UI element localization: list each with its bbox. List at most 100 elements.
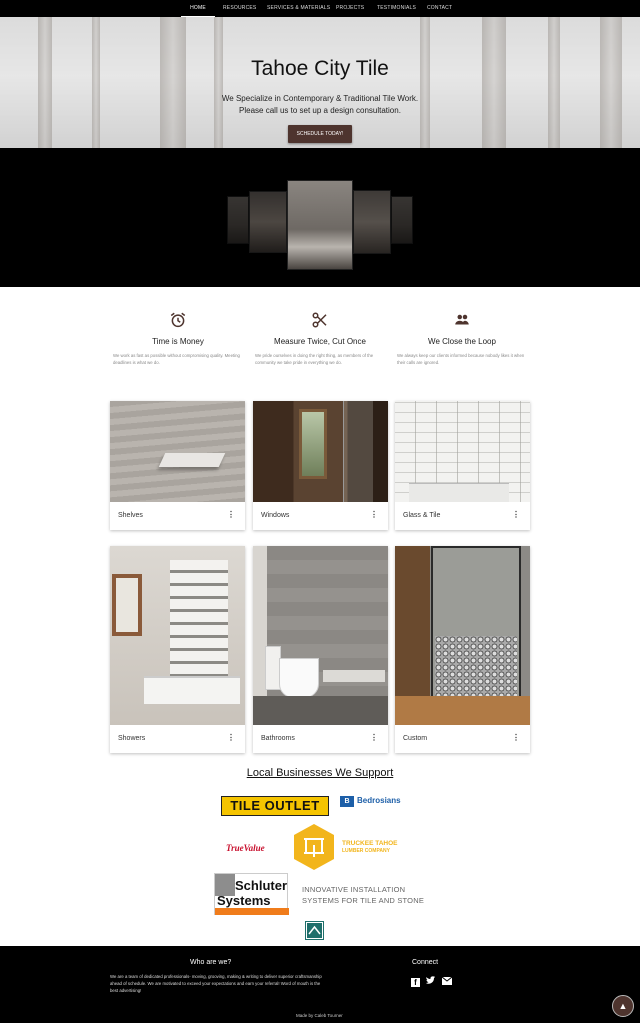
card-label: Showers — [118, 735, 146, 742]
nav-testimonials[interactable]: TESTIMONIALS — [377, 0, 416, 17]
truckee-line-1: TRUCKEE TAHOE — [342, 840, 398, 847]
connect-heading: Connect — [412, 959, 439, 966]
email-icon[interactable] — [441, 976, 453, 985]
glass-door — [343, 401, 373, 502]
bedrosians-mark-icon: B — [340, 796, 354, 807]
card-shelves[interactable]: Shelves ⋮ — [110, 401, 245, 530]
card-caption: Glass & Tile ⋮ — [395, 502, 530, 530]
more-vert-icon[interactable]: ⋮ — [227, 733, 235, 742]
card-showers[interactable]: Showers ⋮ — [110, 546, 245, 753]
hero-line-1: We Specialize in Contemporary & Traditio… — [221, 94, 419, 103]
carousel-image[interactable] — [249, 191, 287, 253]
card-bathrooms[interactable]: Bathrooms ⋮ — [253, 546, 388, 753]
carousel-image[interactable] — [353, 190, 391, 254]
schedule-button[interactable]: SCHEDULE TODAY! — [288, 125, 352, 143]
card-label: Custom — [403, 735, 428, 742]
schluter-logo[interactable]: Schluter Systems — [214, 873, 289, 915]
more-vert-icon[interactable]: ⋮ — [370, 510, 378, 519]
twitter-icon[interactable] — [426, 976, 436, 985]
schluter-orange-bar — [215, 908, 289, 915]
card-windows[interactable]: Windows ⋮ — [253, 401, 388, 530]
card-glass-tile[interactable]: Glass & Tile ⋮ — [395, 401, 530, 530]
tile-outlet-text: TILE OUTLET — [230, 798, 320, 813]
house-logo-icon[interactable] — [305, 921, 324, 940]
feature-text: We work as fast as possible without comp… — [113, 353, 240, 365]
who-text: We are a team of dedicated professionals… — [110, 974, 322, 993]
hero-title: Tahoe City Tile — [251, 57, 389, 80]
card-label: Bathrooms — [261, 735, 295, 742]
card-label: Windows — [261, 512, 290, 519]
schluter-tagline-2: SYSTEMS FOR TILE AND STONE — [302, 896, 425, 905]
more-vert-icon[interactable]: ⋮ — [512, 510, 520, 519]
true-value-logo[interactable]: TrueValue — [226, 838, 274, 853]
tub — [409, 483, 509, 502]
glass-tile-photo[interactable] — [395, 401, 530, 502]
feature-loop: We Close the Loop We always keep our cli… — [397, 311, 527, 366]
shower-curb — [323, 670, 385, 682]
more-vert-icon[interactable]: ⋮ — [512, 733, 520, 742]
truckee-hex-icon — [294, 824, 334, 870]
card-label: Shelves — [118, 512, 143, 519]
schluter-tagline-1: INNOVATIVE INSTALLATION — [302, 885, 406, 894]
bedrosians-logo[interactable]: B Bedrosians — [340, 795, 404, 809]
shelves-photo[interactable] — [110, 401, 245, 502]
back-to-top-button[interactable]: ▲ — [612, 995, 634, 1017]
pebble-floor — [435, 636, 517, 698]
feature-text: We always keep our clients informed beca… — [397, 353, 525, 365]
carousel-image-active[interactable] — [287, 180, 353, 270]
bathrooms-photo[interactable] — [253, 546, 388, 725]
windows-photo[interactable] — [253, 401, 388, 502]
made-by-text: Made by Caleb Tourner — [296, 1013, 343, 1018]
schluter-line-1: Schluter — [235, 878, 288, 893]
card-caption: Showers ⋮ — [110, 725, 245, 753]
image-carousel[interactable] — [0, 148, 640, 287]
nav-resources[interactable]: RESOURCES — [223, 0, 256, 17]
feature-time: Time is Money We work as fast as possibl… — [113, 311, 243, 366]
wood-floor — [395, 696, 530, 725]
bathtub — [144, 676, 240, 704]
footer: Who are we? We are a team of dedicated p… — [0, 946, 640, 1023]
truckee-line-2: LUMBER COMPANY — [342, 848, 390, 854]
true-value-text: TrueValue — [226, 843, 265, 853]
card-custom[interactable]: Custom ⋮ — [395, 546, 530, 753]
feature-title: Measure Twice, Cut Once — [274, 337, 366, 346]
businesses-heading: Local Businesses We Support — [246, 767, 394, 779]
group-icon — [455, 314, 469, 325]
schluter-line-2: Systems — [217, 893, 271, 908]
nav-contact[interactable]: CONTACT — [427, 0, 452, 17]
window-pane — [299, 409, 327, 479]
scissors-icon — [312, 312, 327, 328]
feature-measure: Measure Twice, Cut Once We pride ourselv… — [255, 311, 385, 366]
card-caption: Shelves ⋮ — [110, 502, 245, 530]
card-caption: Windows ⋮ — [253, 502, 388, 530]
more-vert-icon[interactable]: ⋮ — [227, 510, 235, 519]
toilet — [279, 658, 319, 698]
nav-home[interactable]: HOME — [181, 0, 215, 17]
showers-photo[interactable] — [110, 546, 245, 725]
arrow-up-icon: ▲ — [618, 1001, 628, 1011]
facebook-icon[interactable]: f — [411, 978, 420, 987]
nav-projects[interactable]: PROJECTS — [336, 0, 364, 17]
social-links: f — [411, 972, 453, 987]
more-vert-icon[interactable]: ⋮ — [370, 733, 378, 742]
window-frame — [112, 574, 142, 636]
schluter-tagline: INNOVATIVE INSTALLATION SYSTEMS FOR TILE… — [302, 884, 424, 906]
feature-title: We Close the Loop — [428, 337, 496, 346]
top-navbar: HOME RESOURCES SERVICES & MATERIALS PROJ… — [0, 0, 640, 17]
nav-services-materials[interactable]: SERVICES & MATERIALS — [267, 0, 330, 17]
hero-subtitle: We Specialize in Contemporary & Traditio… — [0, 93, 640, 117]
alarm-clock-icon — [170, 312, 186, 328]
custom-photo[interactable] — [395, 546, 530, 725]
hero-banner: Tahoe City Tile We Specialize in Contemp… — [0, 17, 640, 148]
card-label: Glass & Tile — [403, 512, 441, 519]
tile-outlet-logo[interactable]: TILE OUTLET — [221, 796, 329, 816]
corner-shelf — [158, 453, 226, 467]
carousel-image[interactable] — [227, 196, 249, 244]
who-heading: Who are we? — [190, 959, 232, 966]
hero-line-2: Please call us to set up a design consul… — [239, 106, 401, 115]
card-caption: Bathrooms ⋮ — [253, 725, 388, 753]
feature-title: Time is Money — [152, 337, 204, 346]
floor — [253, 696, 388, 725]
truckee-tahoe-logo[interactable]: TRUCKEE TAHOE LUMBER COMPANY — [292, 823, 422, 871]
carousel-image[interactable] — [391, 196, 413, 244]
